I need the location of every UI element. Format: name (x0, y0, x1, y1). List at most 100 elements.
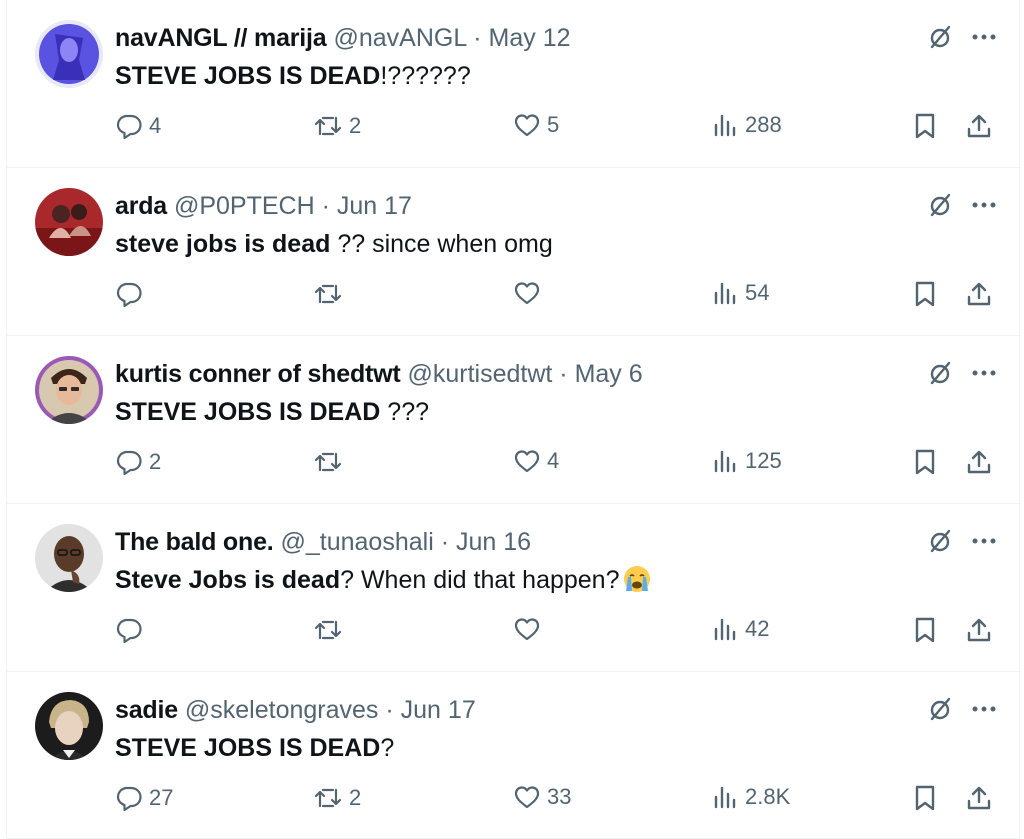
retweet-count: 2 (349, 113, 362, 138)
share-button[interactable] (965, 784, 993, 812)
like-button[interactable]: 5 (513, 112, 559, 138)
like-count: 5 (547, 112, 560, 137)
avatar[interactable] (35, 692, 103, 760)
share-icon (967, 114, 991, 138)
tweet[interactable]: kurtis conner of shedtwt @kurtisedtwt · … (7, 336, 1021, 504)
more-icon[interactable] (971, 537, 997, 545)
retweet-icon (314, 284, 342, 304)
views-icon (714, 450, 736, 473)
retweet-button[interactable] (313, 280, 349, 308)
retweet-icon (314, 788, 342, 808)
like-button[interactable] (513, 280, 547, 306)
tweet-feed: navANGL // marija @navANGL · May 12 STEV… (6, 0, 1021, 839)
bookmark-button[interactable] (913, 784, 937, 812)
views-count: 125 (745, 448, 782, 473)
reply-button[interactable]: 2 (115, 448, 161, 476)
views-count: 54 (745, 280, 770, 305)
tweet[interactable]: The bald one. @_tunaoshali · Jun 16 Stev… (7, 504, 1021, 672)
bookmark-button[interactable] (913, 112, 937, 140)
tweet-header: navANGL // marija @navANGL · May 12 (115, 22, 571, 54)
views-icon (714, 786, 736, 809)
display-name[interactable]: sadie (115, 696, 178, 724)
more-icon[interactable] (971, 201, 997, 209)
views-icon (714, 618, 736, 641)
more-icon[interactable] (971, 369, 997, 377)
retweet-icon (314, 452, 342, 472)
views-button[interactable]: 125 (713, 448, 782, 474)
highlighted-text: STEVE JOBS IS DEAD (115, 734, 381, 762)
like-button[interactable]: 33 (513, 784, 571, 810)
separator-dot: · (559, 360, 568, 388)
reply-button[interactable]: 4 (115, 112, 161, 140)
retweet-button[interactable] (313, 616, 349, 644)
avatar[interactable] (35, 356, 103, 424)
retweet-button[interactable] (313, 448, 349, 476)
grok-icon[interactable] (927, 528, 953, 554)
views-button[interactable]: 2.8K (713, 784, 790, 810)
tweet-text-rest: !?????? (380, 62, 471, 90)
retweet-button[interactable]: 2 (313, 784, 361, 812)
share-button[interactable] (965, 280, 993, 308)
avatar[interactable] (35, 188, 103, 256)
bookmark-button[interactable] (913, 280, 937, 308)
tweet-header: kurtis conner of shedtwt @kurtisedtwt · … (115, 358, 643, 390)
like-count: 4 (547, 448, 560, 473)
reply-button[interactable] (115, 280, 149, 308)
like-button[interactable]: 4 (513, 448, 559, 474)
tweet-text-rest: ? (380, 734, 395, 762)
views-button[interactable]: 42 (713, 616, 769, 642)
more-icon[interactable] (971, 33, 997, 41)
tweet-date[interactable]: Jun 17 (401, 696, 476, 724)
views-button[interactable]: 54 (713, 280, 769, 306)
tweet[interactable]: navANGL // marija @navANGL · May 12 STEV… (7, 0, 1021, 168)
tweet-date[interactable]: May 12 (489, 24, 571, 52)
bookmark-button[interactable] (913, 616, 937, 644)
share-icon (967, 282, 991, 306)
reply-icon (116, 450, 142, 476)
display-name[interactable]: The bald one. (115, 528, 274, 556)
retweet-icon (314, 116, 342, 136)
grok-icon[interactable] (927, 360, 953, 386)
separator-dot: · (440, 528, 450, 556)
avatar[interactable] (35, 524, 103, 592)
reply-button[interactable]: 27 (115, 784, 173, 812)
tweet-text-rest: ??? (380, 398, 430, 426)
display-name[interactable]: arda (115, 192, 167, 220)
tweet-date[interactable]: Jun 17 (337, 192, 412, 220)
more-icon[interactable] (971, 705, 997, 713)
reply-count: 4 (149, 113, 162, 138)
user-handle[interactable]: @skeletongraves (185, 696, 379, 724)
grok-icon[interactable] (927, 696, 953, 722)
display-name[interactable]: navANGL // marija (115, 24, 327, 52)
grok-icon[interactable] (927, 192, 953, 218)
avatar[interactable] (35, 20, 103, 88)
tweet-text: steve jobs is dead ?? since when omg (115, 228, 553, 260)
user-handle[interactable]: @_tunaoshali (280, 528, 433, 556)
user-handle[interactable]: @P0PTECH (174, 192, 315, 220)
share-button[interactable] (965, 616, 993, 644)
views-count: 2.8K (745, 784, 791, 809)
grok-icon[interactable] (927, 24, 953, 50)
tweet-text-rest: ?? since when omg (330, 230, 553, 258)
retweet-icon (314, 620, 342, 640)
bookmark-icon (915, 113, 935, 139)
user-handle[interactable]: @navANGL (333, 24, 466, 52)
views-button[interactable]: 288 (713, 112, 782, 138)
bookmark-button[interactable] (913, 448, 937, 476)
tweet[interactable]: arda @P0PTECH · Jun 17 steve jobs is dea… (7, 168, 1021, 336)
retweet-button[interactable]: 2 (313, 112, 361, 140)
tweet-header: sadie @skeletongraves · Jun 17 (115, 694, 476, 726)
display-name[interactable]: kurtis conner of shedtwt (115, 360, 401, 388)
separator-dot: · (321, 192, 330, 220)
like-button[interactable] (513, 616, 547, 642)
tweet-date[interactable]: Jun 16 (456, 528, 531, 556)
share-button[interactable] (965, 112, 993, 140)
tweet-date[interactable]: May 6 (575, 360, 643, 388)
tweet[interactable]: sadie @skeletongraves · Jun 17 STEVE JOB… (7, 672, 1021, 839)
user-handle[interactable]: @kurtisedtwt (407, 360, 552, 388)
bookmark-icon (915, 785, 935, 811)
reply-button[interactable] (115, 616, 149, 644)
share-icon (967, 786, 991, 810)
bookmark-icon (915, 281, 935, 307)
share-button[interactable] (965, 448, 993, 476)
